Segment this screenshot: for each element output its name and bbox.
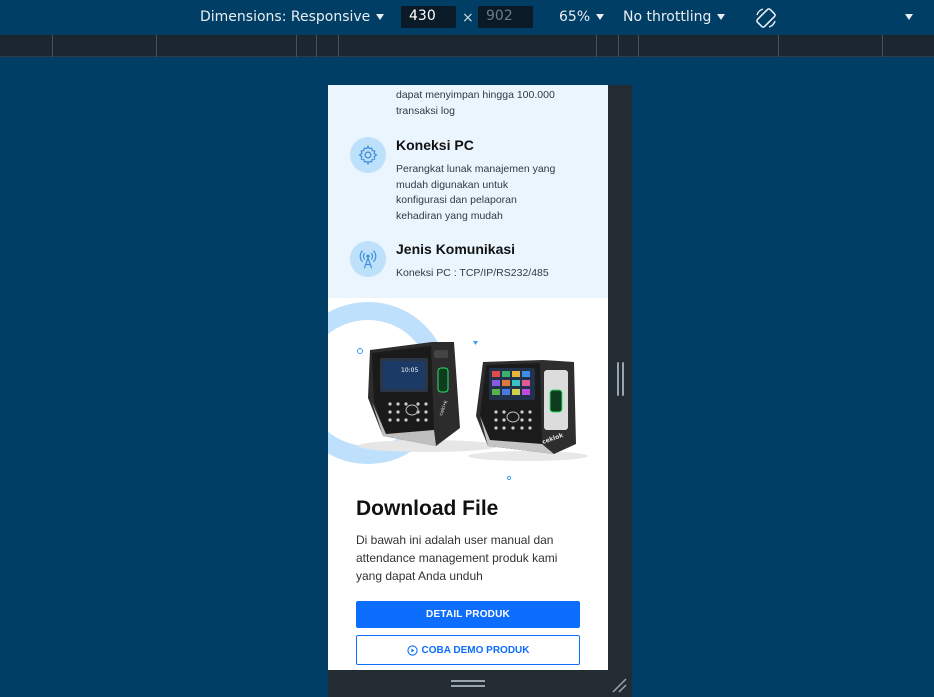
antenna-icon (350, 241, 386, 277)
dimensions-label: Dimensions: Responsive (200, 9, 371, 25)
device-clock: 10:05 (401, 367, 418, 374)
zoom-label: 65% (559, 9, 591, 25)
play-circle-icon (406, 644, 418, 656)
feature-title-pc: Koneksi PC (396, 137, 474, 153)
zoom-dropdown[interactable]: 65% (559, 9, 605, 25)
chevron-down-icon (717, 14, 726, 20)
detail-product-button[interactable]: DETAIL PRODUK (356, 601, 580, 628)
download-description: Di bawah ini adalah user manual dan atte… (356, 533, 558, 583)
download-title: Download File (356, 497, 499, 520)
throttling-dropdown[interactable]: No throttling (623, 9, 726, 25)
chevron-down-icon (376, 14, 385, 20)
device-viewport[interactable]: dapat menyimpan hingga 100.000 transaksi… (328, 85, 608, 670)
features-section: dapat menyimpan hingga 100.000 transaksi… (328, 85, 608, 298)
gear-icon (350, 137, 386, 173)
feature-text-pc: Perangkat lunak manajemen yang mudah dig… (396, 163, 556, 222)
height-input[interactable]: 902 (478, 6, 533, 28)
feature-title-comm: Jenis Komunikasi (396, 241, 516, 257)
dimensions-dropdown[interactable]: Dimensions: Responsive (200, 9, 385, 25)
chevron-down-icon (596, 14, 605, 20)
corner-resize-icon[interactable] (611, 677, 627, 693)
demo-product-label: COBA DEMO PRODUK (421, 644, 530, 656)
media-query-ruler[interactable] (0, 35, 934, 57)
product-image: 10:05 cekl•k ceklok (328, 302, 588, 481)
rotate-icon[interactable] (754, 6, 778, 30)
times-separator: × (462, 10, 474, 26)
feature-text-storage: dapat menyimpan hingga 100.000 transaksi… (396, 89, 555, 117)
device-toolbar: Dimensions: Responsive 430 × 902 65% No … (0, 0, 934, 35)
detail-product-label: DETAIL PRODUK (426, 609, 510, 620)
demo-product-button[interactable]: COBA DEMO PRODUK (356, 635, 580, 665)
right-resize-handle[interactable] (617, 362, 625, 396)
width-input[interactable]: 430 (401, 6, 456, 28)
feature-text-comm: Koneksi PC : TCP/IP/RS232/485 (396, 267, 549, 279)
throttling-label: No throttling (623, 9, 712, 25)
more-options-icon[interactable] (905, 14, 913, 20)
bottom-resize-handle[interactable] (451, 680, 485, 688)
